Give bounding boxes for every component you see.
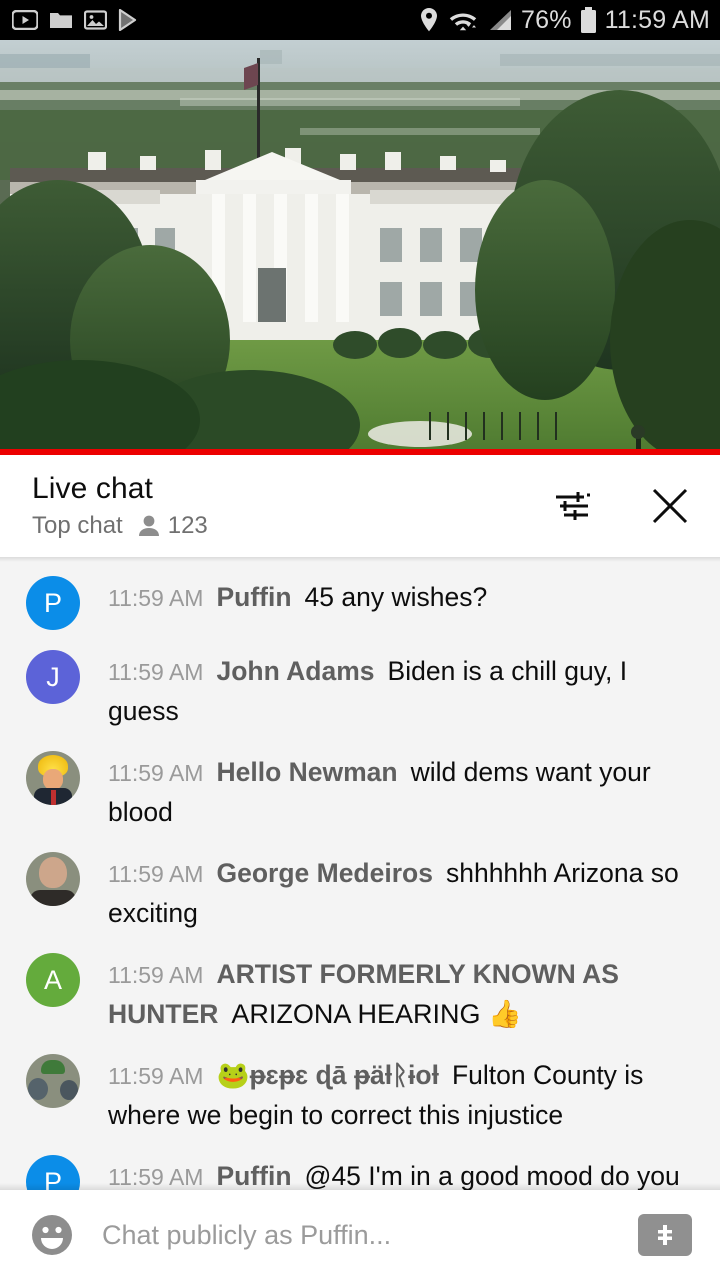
status-bar-system-icons: 76% 11:59 AM <box>419 6 710 35</box>
avatar-photo-art <box>41 1060 65 1074</box>
chat-message-list[interactable]: P 11:59 AM Puffin 45 any wishes? J 11:59 A… <box>0 557 720 1190</box>
chat-input-bar <box>0 1183 720 1280</box>
chat-message-line: 11:59 AM 🐸ᵽɛᵽɛ ɖā ᵽäƚᚱɨoƚ Fulton County is… <box>108 1056 702 1135</box>
chat-message-body: 11:59 AM ARTIST FORMERLY KNOWN AS HUNTER A… <box>80 951 702 1034</box>
avatar-photo-art <box>39 857 67 888</box>
avatar: A <box>26 953 80 1007</box>
chat-message[interactable]: A 11:59 AM ARTIST FORMERLY KNOWN AS HUNTE… <box>0 942 720 1043</box>
tune-sliders-icon <box>556 492 590 520</box>
message-author[interactable]: Puffin <box>216 582 291 612</box>
avatar <box>26 852 80 906</box>
chat-message[interactable]: 11:59 AM 🐸ᵽɛᵽɛ ɖā ᵽäƚᚱɨoƚ Fulton County is… <box>0 1043 720 1144</box>
person-icon <box>138 515 159 536</box>
video-player[interactable] <box>0 40 720 455</box>
wifi-icon <box>449 13 477 31</box>
message-text: 45 any wishes? <box>304 582 488 612</box>
avatar-photo-art <box>60 1080 78 1100</box>
chat-message-body: 11:59 AM Puffin 45 any wishes? <box>80 574 487 618</box>
message-timestamp: 11:59 AM <box>108 659 204 685</box>
message-author[interactable]: George Medeiros <box>216 858 432 888</box>
whitehouse-webcam-image <box>0 40 720 455</box>
message-timestamp: 11:59 AM <box>108 962 204 988</box>
avatar <box>26 1054 80 1108</box>
chat-message-line: 11:59 AM ARTIST FORMERLY KNOWN AS HUNTER A… <box>108 955 702 1034</box>
message-timestamp: 11:59 AM <box>108 760 204 786</box>
folder-icon <box>50 13 72 28</box>
chat-input[interactable] <box>80 1219 638 1251</box>
youtube-icon <box>12 10 38 30</box>
avatar-photo-art <box>30 890 76 906</box>
viewer-count-label: 123 <box>167 512 208 539</box>
chat-message-body: 11:59 AM 🐸ᵽɛᵽɛ ɖā ᵽäƚᚱɨoƚ Fulton County is… <box>80 1052 702 1135</box>
message-timestamp: 11:59 AM <box>108 861 204 887</box>
signal-icon <box>489 10 511 30</box>
emoji-picker-button[interactable] <box>24 1207 80 1263</box>
status-bar-clock: 11:59 AM <box>604 5 710 34</box>
chat-message-body: 11:59 AM John Adams Biden is a chill guy, … <box>80 648 702 731</box>
close-chat-button[interactable] <box>642 478 698 534</box>
chat-message-line: 11:59 AM John Adams Biden is a chill guy, … <box>108 652 702 731</box>
location-icon <box>420 8 437 32</box>
avatar <box>26 751 80 805</box>
message-author[interactable]: John Adams <box>216 656 374 686</box>
chat-message-body: 11:59 AM George Medeiros shhhhhh Arizona s… <box>80 850 702 933</box>
youtube-live-chat-screen: 76% 11:59 AM Live chat Top chat 123 P 11… <box>0 0 720 1280</box>
chat-message-line: 11:59 AM Puffin 45 any wishes? <box>108 578 487 618</box>
chat-message[interactable]: J 11:59 AM John Adams Biden is a chill guy… <box>0 639 720 740</box>
avatar-initial: P <box>43 587 62 618</box>
chat-message[interactable]: 11:59 AM George Medeiros shhhhhh Arizona s… <box>0 841 720 942</box>
live-chat-header: Live chat Top chat 123 <box>0 455 720 557</box>
emoji-smiley-icon <box>32 1215 72 1255</box>
live-chat-title: Live chat <box>32 472 153 505</box>
message-author[interactable]: Hello Newman <box>216 757 397 787</box>
avatar-initial: A <box>43 964 62 995</box>
photo-icon <box>84 10 107 30</box>
close-icon <box>652 488 688 524</box>
message-author[interactable]: 🐸ᵽɛᵽɛ ɖā ᵽäƚᚱɨoƚ <box>216 1060 438 1090</box>
superchat-button[interactable] <box>638 1214 692 1256</box>
avatar-initial: J <box>46 661 60 692</box>
chat-message-line: 11:59 AM Hello Newman wild dems want your … <box>108 753 702 832</box>
chat-mode-label[interactable]: Top chat <box>32 512 123 540</box>
chat-settings-button[interactable] <box>544 478 600 534</box>
avatar-photo-art <box>51 790 56 805</box>
avatar: J <box>26 650 80 704</box>
play-store-icon <box>118 9 137 31</box>
live-chat-header-actions <box>544 478 698 534</box>
chat-message[interactable]: P 11:59 AM Puffin 45 any wishes? <box>0 565 720 639</box>
message-text: ARIZONA HEARING 👍 <box>231 999 522 1029</box>
chat-message-body: 11:59 AM Hello Newman wild dems want your … <box>80 749 702 832</box>
chat-message[interactable]: 11:59 AM Hello Newman wild dems want your … <box>0 740 720 841</box>
status-bar-notification-icons <box>12 9 138 31</box>
dollar-superchat-icon <box>658 1225 672 1245</box>
battery-icon <box>580 6 596 33</box>
message-timestamp: 11:59 AM <box>108 585 204 611</box>
status-bar: 76% 11:59 AM <box>0 0 720 40</box>
viewer-count: 123 <box>137 512 208 540</box>
live-chat-header-texts: Live chat Top chat 123 <box>32 472 208 540</box>
avatar-photo-art <box>43 769 63 790</box>
live-chat-subrow: Top chat 123 <box>32 512 208 540</box>
chat-message-line: 11:59 AM George Medeiros shhhhhh Arizona s… <box>108 854 702 933</box>
avatar: P <box>26 576 80 630</box>
battery-percent-label: 76% <box>520 5 572 34</box>
message-timestamp: 11:59 AM <box>108 1063 204 1089</box>
avatar-photo-art <box>28 1078 48 1100</box>
